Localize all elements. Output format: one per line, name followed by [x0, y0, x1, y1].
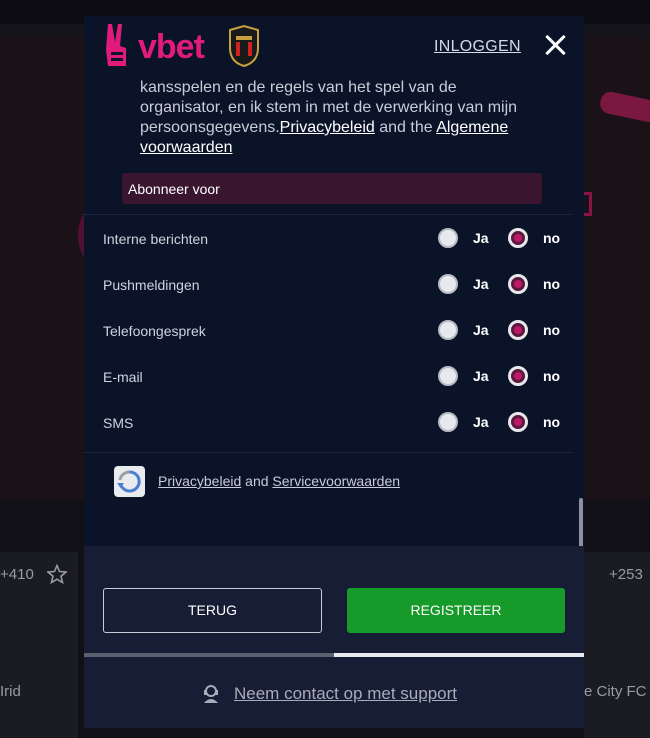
- divider: [84, 452, 572, 453]
- background-odds-left: +410: [0, 566, 34, 583]
- radio-yes[interactable]: [438, 274, 458, 294]
- close-icon[interactable]: [542, 32, 568, 58]
- support-agent-icon: [204, 685, 218, 703]
- recaptcha-privacy-link[interactable]: Privacybeleid: [158, 473, 241, 489]
- preference-row-internal-messages: Interne berichten Ja no: [84, 224, 574, 254]
- radio-no-selected[interactable]: [508, 228, 528, 248]
- radio-yes-label: Ja: [473, 368, 489, 384]
- radio-no-selected[interactable]: [508, 412, 528, 432]
- consent-line-prefix: persoonsgegevens.: [140, 119, 280, 136]
- radio-no-label: no: [543, 276, 561, 292]
- radio-yes[interactable]: [438, 228, 458, 248]
- preference-row-sms: SMS Ja no: [84, 408, 574, 438]
- preference-row-email: E-mail Ja no: [84, 362, 574, 392]
- recaptcha-terms-link[interactable]: Servicevoorwaarden: [272, 473, 400, 489]
- radio-yes[interactable]: [438, 412, 458, 432]
- radio-yes-label: Ja: [473, 230, 489, 246]
- back-button[interactable]: TERUG: [103, 588, 322, 633]
- radio-yes[interactable]: [438, 366, 458, 386]
- preference-label: Interne berichten: [103, 231, 209, 247]
- background-team-left: Irid: [0, 683, 21, 700]
- radio-no-selected[interactable]: [508, 274, 528, 294]
- brand-logo: vbet: [138, 28, 205, 66]
- background-odds-right: +253: [609, 566, 643, 583]
- preference-label: Telefoongesprek: [103, 323, 206, 339]
- terms-link[interactable]: Algemene: [436, 119, 508, 136]
- radio-no-selected[interactable]: [508, 320, 528, 340]
- contact-support-link[interactable]: Neem contact op met support: [234, 684, 457, 704]
- radio-yes-label: Ja: [473, 414, 489, 430]
- radio-no-label: no: [543, 322, 561, 338]
- scrollbar-thumb[interactable]: [579, 498, 583, 546]
- consent-line: voorwaarden: [140, 138, 550, 158]
- radio-no-label: no: [543, 368, 561, 384]
- vbet-hand-logo-icon: [106, 24, 126, 66]
- consent-line: kansspelen en de regels van het spel van…: [140, 79, 457, 96]
- recaptcha-conjunction: and: [241, 473, 273, 489]
- consent-line: organisator, en ik stem in met de verwer…: [140, 99, 518, 116]
- consent-line: persoonsgegevens.Privacybeleid and the A…: [140, 118, 550, 138]
- preference-label: E-mail: [103, 369, 143, 385]
- privacy-policy-link[interactable]: Privacybeleid: [280, 119, 375, 136]
- favorite-star-icon[interactable]: [47, 564, 67, 584]
- club-crest-icon: [229, 24, 259, 68]
- preference-row-push: Pushmeldingen Ja no: [84, 270, 574, 300]
- preference-row-phone: Telefoongesprek Ja no: [84, 316, 574, 346]
- registration-modal: vbet INLOGGEN kansspelen en de regels va…: [84, 16, 584, 728]
- consent-conjunction: and the: [374, 119, 437, 136]
- consent-text: kansspelen en de regels van het spel van…: [140, 78, 550, 158]
- radio-yes[interactable]: [438, 320, 458, 340]
- radio-no-selected[interactable]: [508, 366, 528, 386]
- subscribe-header: Abonneer voor: [122, 173, 542, 204]
- radio-no-label: no: [543, 414, 561, 430]
- radio-yes-label: Ja: [473, 322, 489, 338]
- terms-link-continued[interactable]: voorwaarden: [140, 139, 233, 156]
- modal-header: vbet INLOGGEN: [84, 16, 584, 78]
- preference-label: SMS: [103, 415, 134, 431]
- preference-label: Pushmeldingen: [103, 277, 200, 293]
- register-button[interactable]: REGISTREER: [347, 588, 565, 633]
- form-scroll-area[interactable]: kansspelen en de regels van het spel van…: [84, 78, 584, 546]
- recaptcha-icon: [114, 466, 145, 497]
- radio-no-label: no: [543, 230, 561, 246]
- radio-yes-label: Ja: [473, 276, 489, 292]
- step-progress-fill: [84, 653, 334, 657]
- modal-footer: TERUG REGISTREER Neem contact op met sup…: [84, 546, 584, 728]
- login-link[interactable]: INLOGGEN: [434, 38, 521, 56]
- recaptcha-links: Privacybeleid and Servicevoorwaarden: [158, 473, 400, 489]
- divider: [84, 214, 572, 215]
- background-team-right: e City FC: [584, 683, 647, 700]
